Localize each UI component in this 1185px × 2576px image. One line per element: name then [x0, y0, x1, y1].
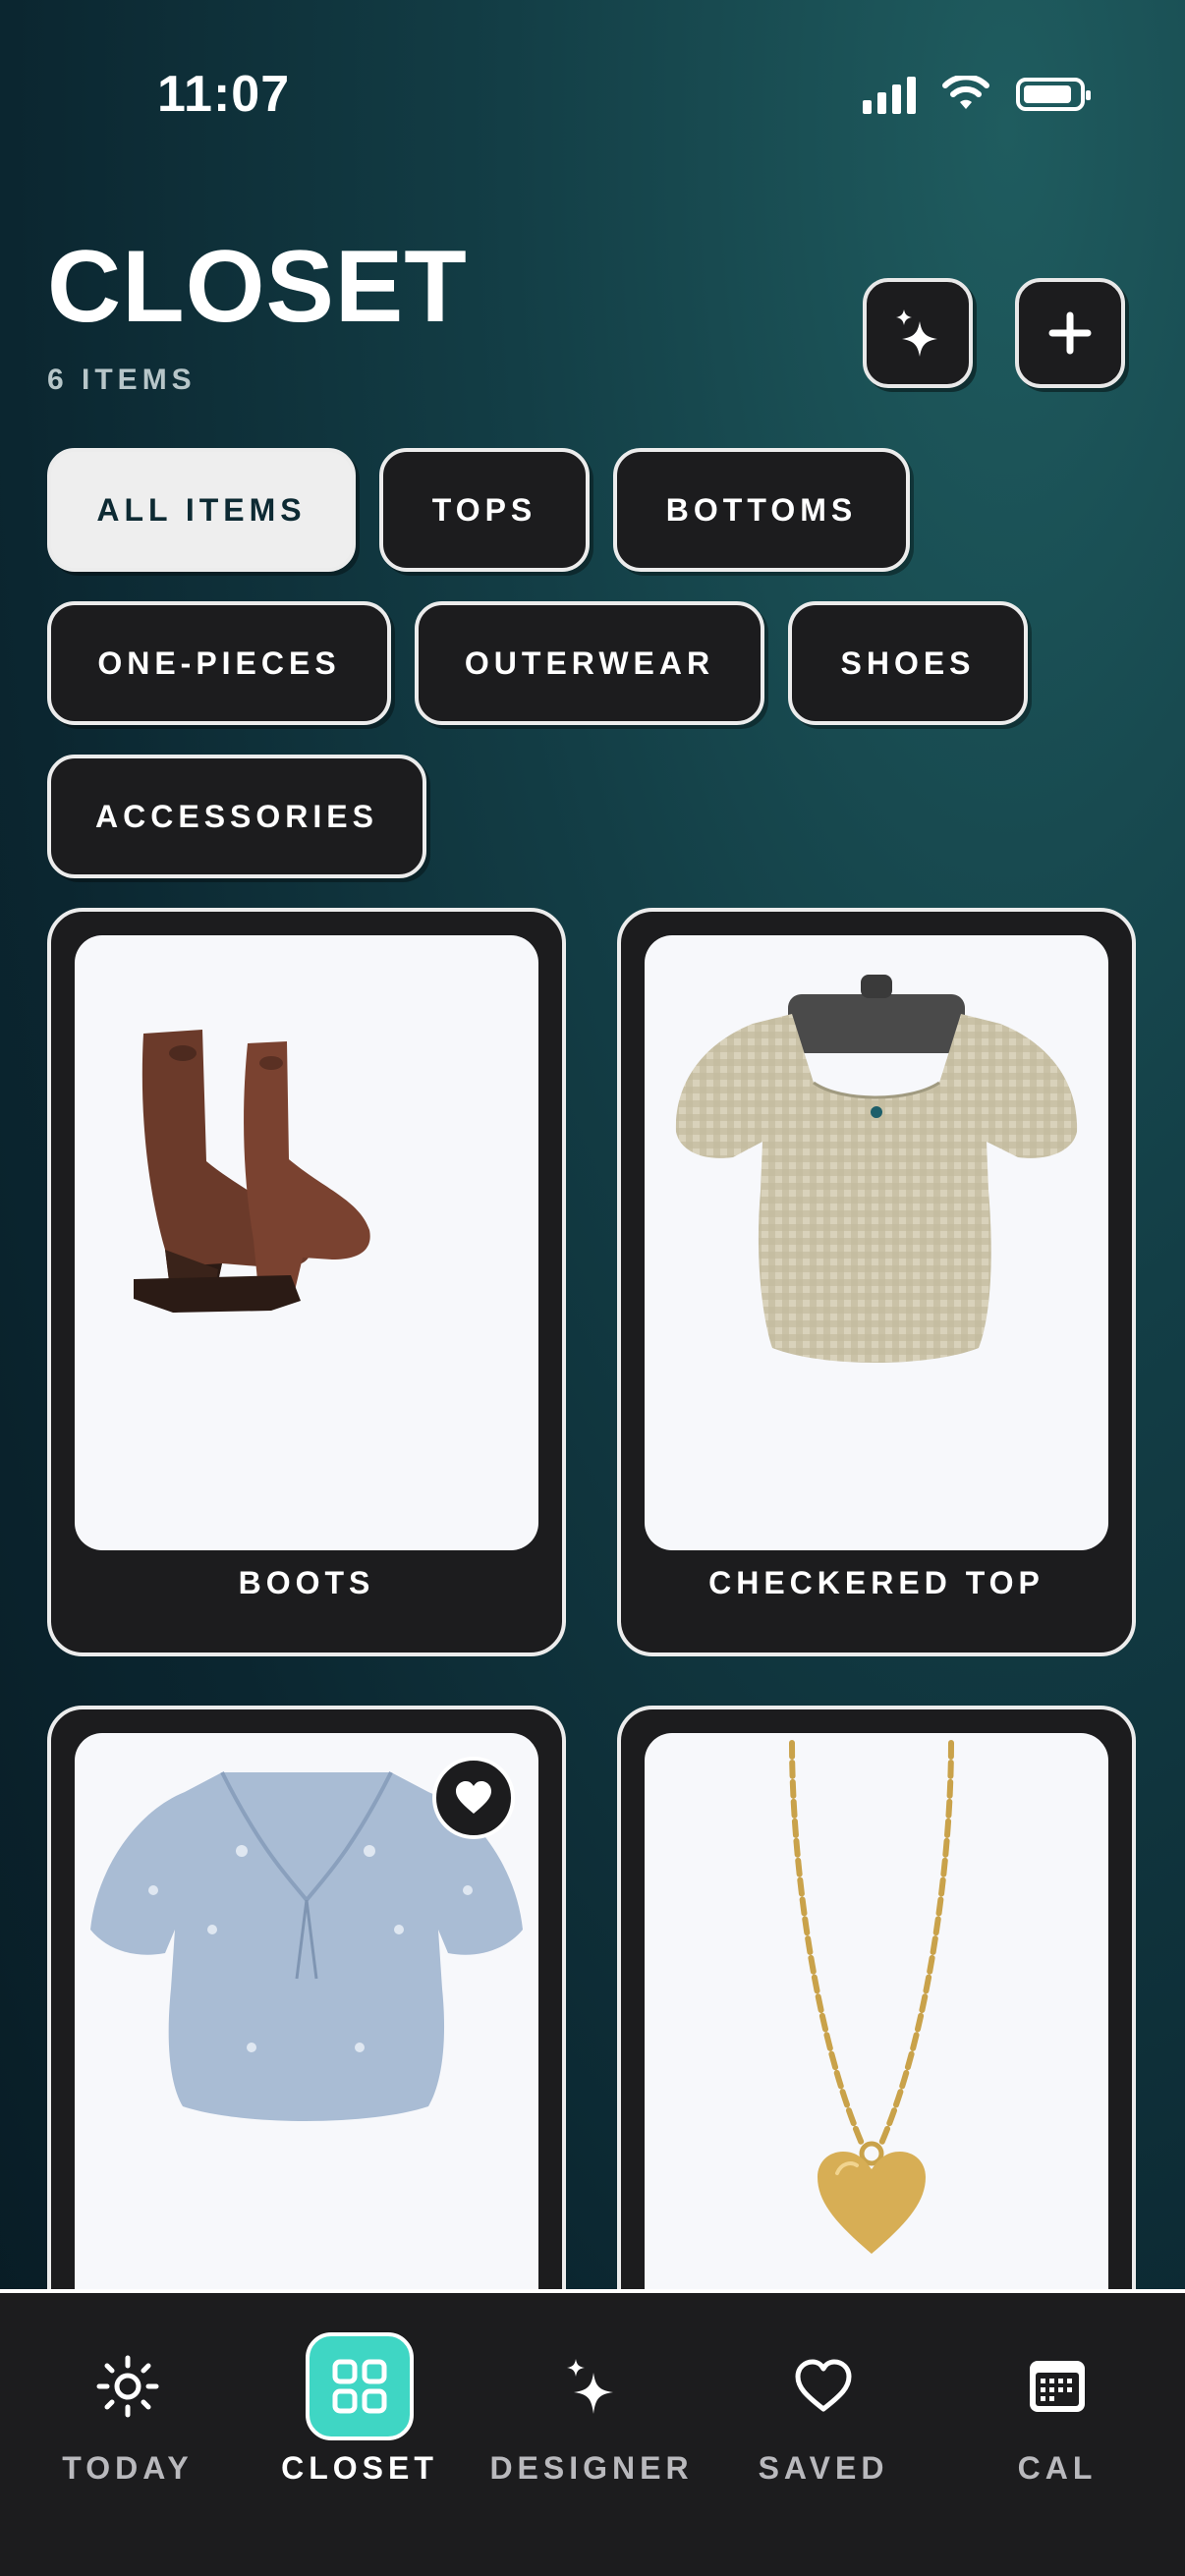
heart-necklace-image	[789, 1740, 954, 2254]
ai-sparkle-button[interactable]	[863, 278, 973, 388]
item-image	[645, 935, 1108, 1550]
boots-image	[134, 1030, 370, 1313]
battery-icon	[1016, 78, 1091, 111]
favorite-toggle[interactable]	[432, 1757, 515, 1839]
tab-label: TODAY	[62, 2450, 194, 2486]
signal-icon	[863, 75, 916, 114]
sun-icon	[96, 2355, 159, 2418]
calendar-icon	[1030, 2361, 1085, 2412]
add-item-button[interactable]	[1015, 278, 1125, 388]
tab-designer[interactable]: DESIGNER	[489, 2293, 690, 2490]
tab-label: SAVED	[758, 2450, 889, 2486]
tab-cal[interactable]: CAL	[959, 2293, 1156, 2490]
item-label: CHECKERED TOP	[708, 1565, 1044, 1600]
sparkle-icon	[567, 2359, 613, 2414]
closet-item-card[interactable]: BOOTS	[47, 908, 566, 1656]
sparkle-icon	[896, 309, 937, 357]
tab-saved[interactable]: SAVED	[725, 2293, 922, 2490]
filter-chip-accessories[interactable]: ACCESSORIES	[47, 755, 426, 878]
tab-closet[interactable]: CLOSET	[261, 2293, 458, 2490]
item-label: BOOTS	[238, 1565, 375, 1600]
tab-today[interactable]: TODAY	[29, 2293, 226, 2490]
tab-label: DESIGNER	[489, 2450, 694, 2486]
item-image	[645, 1733, 1108, 2348]
tab-label: CAL	[1017, 2450, 1098, 2486]
filter-chip-shoes[interactable]: SHOES	[788, 601, 1028, 725]
filter-chip-bottoms[interactable]: BOTTOMS	[613, 448, 910, 572]
filter-chip-outerwear[interactable]: OUTERWEAR	[415, 601, 764, 725]
closet-item-card[interactable]: CHECKERED TOP	[617, 908, 1136, 1656]
status-icons	[863, 75, 1091, 114]
page-title: CLOSET	[47, 230, 468, 344]
filter-chip-one-pieces[interactable]: ONE-PIECES	[47, 601, 391, 725]
grid-icon	[332, 2359, 387, 2414]
wifi-icon	[942, 76, 989, 109]
status-time: 11:07	[157, 66, 291, 123]
item-count: 6 ITEMS	[47, 364, 197, 396]
plus-icon	[1048, 311, 1092, 355]
bottom-tab-bar: TODAY CLOSET DESIGNER SAVED CAL	[0, 2289, 1185, 2576]
heart-icon	[795, 2359, 852, 2412]
filter-chip-tops[interactable]: TOPS	[379, 448, 590, 572]
heart-filled-icon	[456, 1781, 491, 1814]
tab-label: CLOSET	[281, 2450, 438, 2486]
item-image	[75, 1733, 538, 2348]
checkered-top-image	[675, 975, 1078, 1363]
item-image	[75, 935, 538, 1550]
filter-chip-all-items[interactable]: ALL ITEMS	[47, 448, 356, 572]
